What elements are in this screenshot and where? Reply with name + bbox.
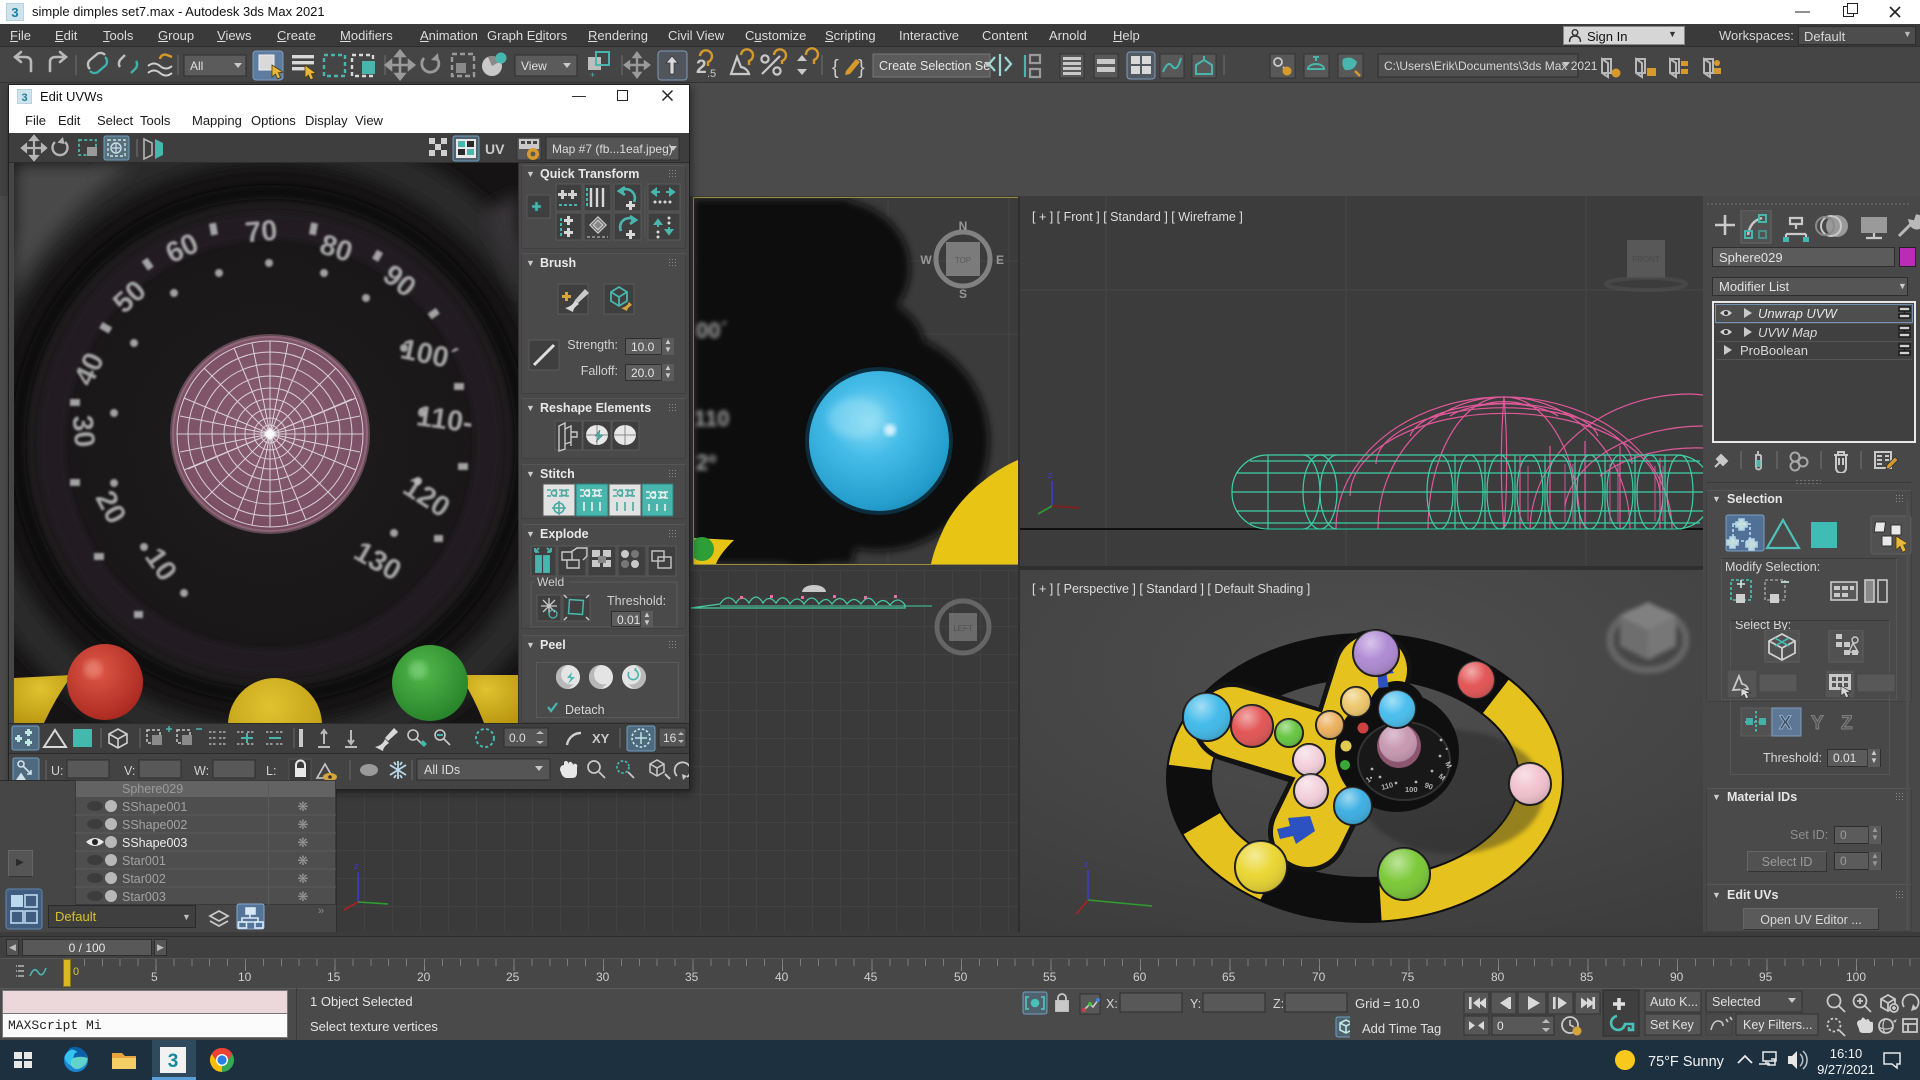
svg-text:Auto K...: Auto K... bbox=[1650, 995, 1698, 1009]
svg-text:Create Selection Se: Create Selection Se bbox=[879, 59, 990, 73]
svg-text:Map #7 (fb...1eaf.jpeg): Map #7 (fb...1eaf.jpeg) bbox=[552, 142, 673, 156]
svg-text:X:: X: bbox=[1106, 997, 1118, 1011]
svg-text:FRONT: FRONT bbox=[1632, 255, 1660, 264]
svg-text:XY: XY bbox=[592, 731, 610, 746]
svg-text:30: 30 bbox=[66, 414, 101, 449]
svg-text:View: View bbox=[521, 59, 547, 73]
svg-text:0: 0 bbox=[1497, 1019, 1504, 1033]
svg-text:Y:: Y: bbox=[1190, 997, 1201, 1011]
svg-text:Selected: Selected bbox=[1712, 995, 1761, 1009]
svg-text:z: z bbox=[1084, 859, 1089, 869]
svg-text:+: + bbox=[590, 70, 595, 80]
svg-text:Z: Z bbox=[1841, 713, 1853, 734]
svg-text:100: 100 bbox=[1405, 785, 1418, 794]
svg-text:{: { bbox=[832, 57, 839, 79]
svg-text:❋: ❋ bbox=[298, 799, 309, 814]
svg-text:All IDs: All IDs bbox=[424, 763, 460, 777]
svg-text:z: z bbox=[354, 861, 359, 871]
svg-text:9/27/2021: 9/27/2021 bbox=[1817, 1062, 1875, 1077]
svg-text:L:: L: bbox=[266, 764, 276, 778]
svg-text:0.0: 0.0 bbox=[509, 731, 526, 745]
svg-text:Threshold:: Threshold: bbox=[607, 594, 666, 608]
svg-text:Falloff:: Falloff: bbox=[581, 364, 618, 378]
svg-text:Weld: Weld bbox=[537, 575, 564, 589]
svg-text:❋: ❋ bbox=[298, 835, 309, 850]
svg-text:U:: U: bbox=[51, 764, 64, 778]
svg-text:W:: W: bbox=[194, 764, 209, 778]
svg-text:❋: ❋ bbox=[298, 853, 309, 868]
svg-text:Set Key: Set Key bbox=[1650, 1018, 1695, 1032]
svg-text:All: All bbox=[190, 59, 203, 73]
svg-text:16: 16 bbox=[663, 731, 677, 745]
svg-text:16:10: 16:10 bbox=[1830, 1046, 1863, 1061]
svg-text:❋: ❋ bbox=[298, 889, 309, 904]
svg-text:3: 3 bbox=[168, 1051, 179, 1072]
svg-text:Key Filters...: Key Filters... bbox=[1743, 1018, 1812, 1032]
svg-text:LEFT: LEFT bbox=[953, 624, 973, 633]
svg-text:75°F Sunny: 75°F Sunny bbox=[1648, 1054, 1725, 1070]
svg-text:3: 3 bbox=[11, 5, 18, 20]
svg-text:Z:: Z: bbox=[1273, 997, 1284, 1011]
svg-text:Y: Y bbox=[1811, 713, 1824, 734]
svg-text:.5: .5 bbox=[707, 68, 716, 80]
svg-text:70: 70 bbox=[244, 215, 279, 250]
svg-text:❋: ❋ bbox=[298, 871, 309, 886]
svg-text:V:: V: bbox=[124, 764, 135, 778]
svg-text:UV: UV bbox=[485, 141, 505, 157]
svg-text:3: 3 bbox=[21, 92, 27, 104]
svg-text:Strength:: Strength: bbox=[567, 338, 618, 352]
svg-text:z: z bbox=[1048, 470, 1053, 480]
svg-text:2: 2 bbox=[696, 57, 707, 78]
svg-text:}: } bbox=[858, 57, 865, 79]
svg-text:❋: ❋ bbox=[298, 817, 309, 832]
svg-text:X: X bbox=[1779, 713, 1792, 734]
